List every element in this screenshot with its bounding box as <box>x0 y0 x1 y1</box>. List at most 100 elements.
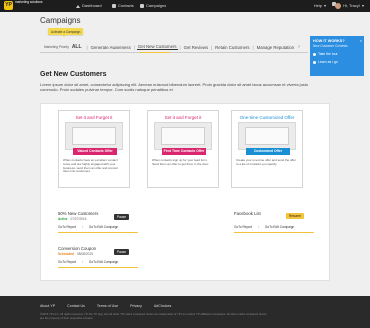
card-image <box>65 122 123 150</box>
card-image-frame <box>245 127 289 145</box>
footer-copyright: ©2015 YP LLC. All rights reserved. YP, t… <box>40 312 267 320</box>
help-label: Help <box>313 3 322 8</box>
campaign-item: Conversion Coupon Scheduled 08/08/2015 P… <box>58 246 138 268</box>
campaign-item: Facebook List Resume GoTo Report › GoTo … <box>234 211 314 233</box>
goto-edit-campaign-link[interactable]: GoTo Edit Campaign <box>89 225 118 229</box>
nav-contacts[interactable]: Contacts <box>112 2 134 10</box>
card-header: One-time Customized Offer <box>239 115 295 120</box>
card-description: When contacts have an excellent contact … <box>63 158 118 174</box>
learn-as-i-go-option[interactable]: Learn as I go <box>313 60 361 64</box>
tab-separator: | <box>86 44 88 50</box>
customized-offer-button[interactable]: Customized Offer <box>246 148 290 155</box>
pause-button[interactable]: Pause <box>114 249 130 255</box>
goto-report-link[interactable]: GoTo Report <box>58 260 76 264</box>
footer-link-privacy[interactable]: Privacy <box>130 304 142 308</box>
card-description: When contacts sign up for your lead form… <box>152 158 209 166</box>
section-title: Get New Customers <box>40 71 107 78</box>
tab-separator: | <box>252 44 254 50</box>
brand-name: marketing solutions <box>15 0 43 4</box>
campaign-actions: GoTo Report › GoTo Edit Campaign <box>58 225 123 229</box>
radio-icon <box>313 60 316 64</box>
chevron-down-icon: ▾ <box>361 3 364 8</box>
priority-tabs: Marketing Priority ALL | Generate Awaren… <box>44 43 300 51</box>
how-it-works-subtitle: New Customer Contests <box>313 44 348 48</box>
tab-generate-awareness[interactable]: Generate Awareness <box>90 45 132 50</box>
offer-card-customized[interactable]: One-time Customized Offer Customized Off… <box>231 110 303 188</box>
active-tab-indicator <box>140 52 170 53</box>
tab-all[interactable]: ALL <box>72 44 82 50</box>
campaign-item: 50% New Customers Active 07/27/2015 Paus… <box>58 211 138 233</box>
goto-edit-campaign-link[interactable]: GoTo Edit Campaign <box>89 260 118 264</box>
tab-separator: | <box>133 44 135 50</box>
campaign-actions: GoTo Report › GoTo Edit Campaign <box>234 225 299 229</box>
footer-link-adchoices[interactable]: AdChoices <box>154 304 171 308</box>
tab-separator: | <box>179 44 181 50</box>
footer-link-about[interactable]: About YP <box>40 304 55 308</box>
nav-dashboard-label: Dashboard <box>82 3 102 8</box>
how-it-works-title: HOW IT WORKS? <box>313 39 345 43</box>
learn-as-i-go-label: Learn as I go <box>318 60 338 64</box>
tab-get-reviews[interactable]: Get Reviews <box>183 45 209 50</box>
card-image-frame <box>161 127 205 145</box>
chevron-down-icon: ▾ <box>323 3 326 8</box>
arrow-icon: › <box>257 225 260 229</box>
avatar <box>335 3 342 9</box>
nav-campaigns-label: Campaigns <box>146 3 167 8</box>
campaign-date: 08/08/2015 <box>77 252 93 256</box>
how-it-works-panel: × HOW IT WORKS? New Customer Contests Ta… <box>310 36 364 76</box>
card-header: Set it and Forget it <box>164 115 202 120</box>
chevron-right-icon[interactable]: › <box>298 44 300 50</box>
card-header: Set it and Forget it <box>75 115 113 120</box>
offer-card-first-time-contacts[interactable]: Set it and Forget it First Time Contacts… <box>147 110 219 188</box>
campaign-divider <box>58 267 138 268</box>
footer-link-contact[interactable]: Contact Us <box>67 304 85 308</box>
nav-campaigns[interactable]: Campaigns <box>140 2 166 10</box>
status-badge: Scheduled <box>58 252 75 256</box>
contacts-icon <box>112 4 116 8</box>
campaigns-icon <box>140 4 144 8</box>
top-navbar: YP marketing solutions Dashboard Contact… <box>0 0 370 12</box>
tab-get-new-customers[interactable]: Get New Customers <box>136 44 178 50</box>
card-description: Create your one-time offer and send the … <box>236 158 296 166</box>
close-icon[interactable]: × <box>360 38 362 43</box>
arrow-icon: › <box>81 260 84 264</box>
campaign-actions: GoTo Report › GoTo Edit Campaign <box>58 260 123 264</box>
user-menu[interactable]: Hi, Tracy! ▾ <box>335 2 364 10</box>
goto-edit-campaign-link[interactable]: GoTo Edit Campaign <box>265 225 294 229</box>
tab-separator: | <box>211 44 213 50</box>
card-image-frame <box>72 127 116 145</box>
help-menu[interactable]: Help ▾ <box>314 2 326 10</box>
campaign-divider <box>234 232 314 233</box>
goto-report-link[interactable]: GoTo Report <box>234 225 252 229</box>
resume-button[interactable]: Resume <box>286 213 304 219</box>
offer-card-valued-contacts[interactable]: Set it and Forget it Valued Contacts Off… <box>58 110 130 188</box>
first-time-contacts-offer-button[interactable]: First Time Contacts Offer <box>162 148 206 155</box>
tabs-divider <box>40 52 308 53</box>
take-tour-option[interactable]: Take the tour <box>313 52 361 56</box>
valued-contacts-offer-button[interactable]: Valued Contacts Offer <box>73 148 117 155</box>
yp-logo[interactable]: YP <box>4 1 13 10</box>
home-icon <box>76 4 80 8</box>
tab-retain-customers[interactable]: Retain Customers <box>214 45 250 50</box>
pause-button[interactable]: Pause <box>114 214 130 220</box>
goto-report-link[interactable]: GoTo Report <box>58 225 76 229</box>
take-tour-label: Take the tour <box>318 52 338 56</box>
footer-links: About YP Contact Us Terms of Use Privacy… <box>40 304 183 308</box>
radio-icon <box>313 52 316 56</box>
nav-dashboard[interactable]: Dashboard <box>76 2 102 10</box>
section-description: Lorem ipsum dolor sit amet, consectetur … <box>40 82 309 92</box>
campaign-date: 07/27/2015 <box>70 217 87 221</box>
marketing-priority-label: Marketing Priority <box>44 45 69 49</box>
campaign-divider <box>58 232 138 233</box>
card-image <box>154 122 212 150</box>
activate-campaign-tooltip: Activate a Campaign <box>48 28 84 37</box>
status-badge: Active <box>58 217 68 221</box>
tab-manage-reputation[interactable]: Manage Reputation <box>256 45 296 50</box>
arrow-icon: › <box>81 225 84 229</box>
footer: About YP Contact Us Terms of Use Privacy… <box>0 296 370 328</box>
user-greeting: Hi, Tracy! <box>343 3 360 8</box>
nav-contacts-label: Contacts <box>118 3 134 8</box>
page-title: Campaigns <box>40 16 81 25</box>
footer-link-terms[interactable]: Terms of Use <box>97 304 118 308</box>
card-image <box>238 122 296 150</box>
